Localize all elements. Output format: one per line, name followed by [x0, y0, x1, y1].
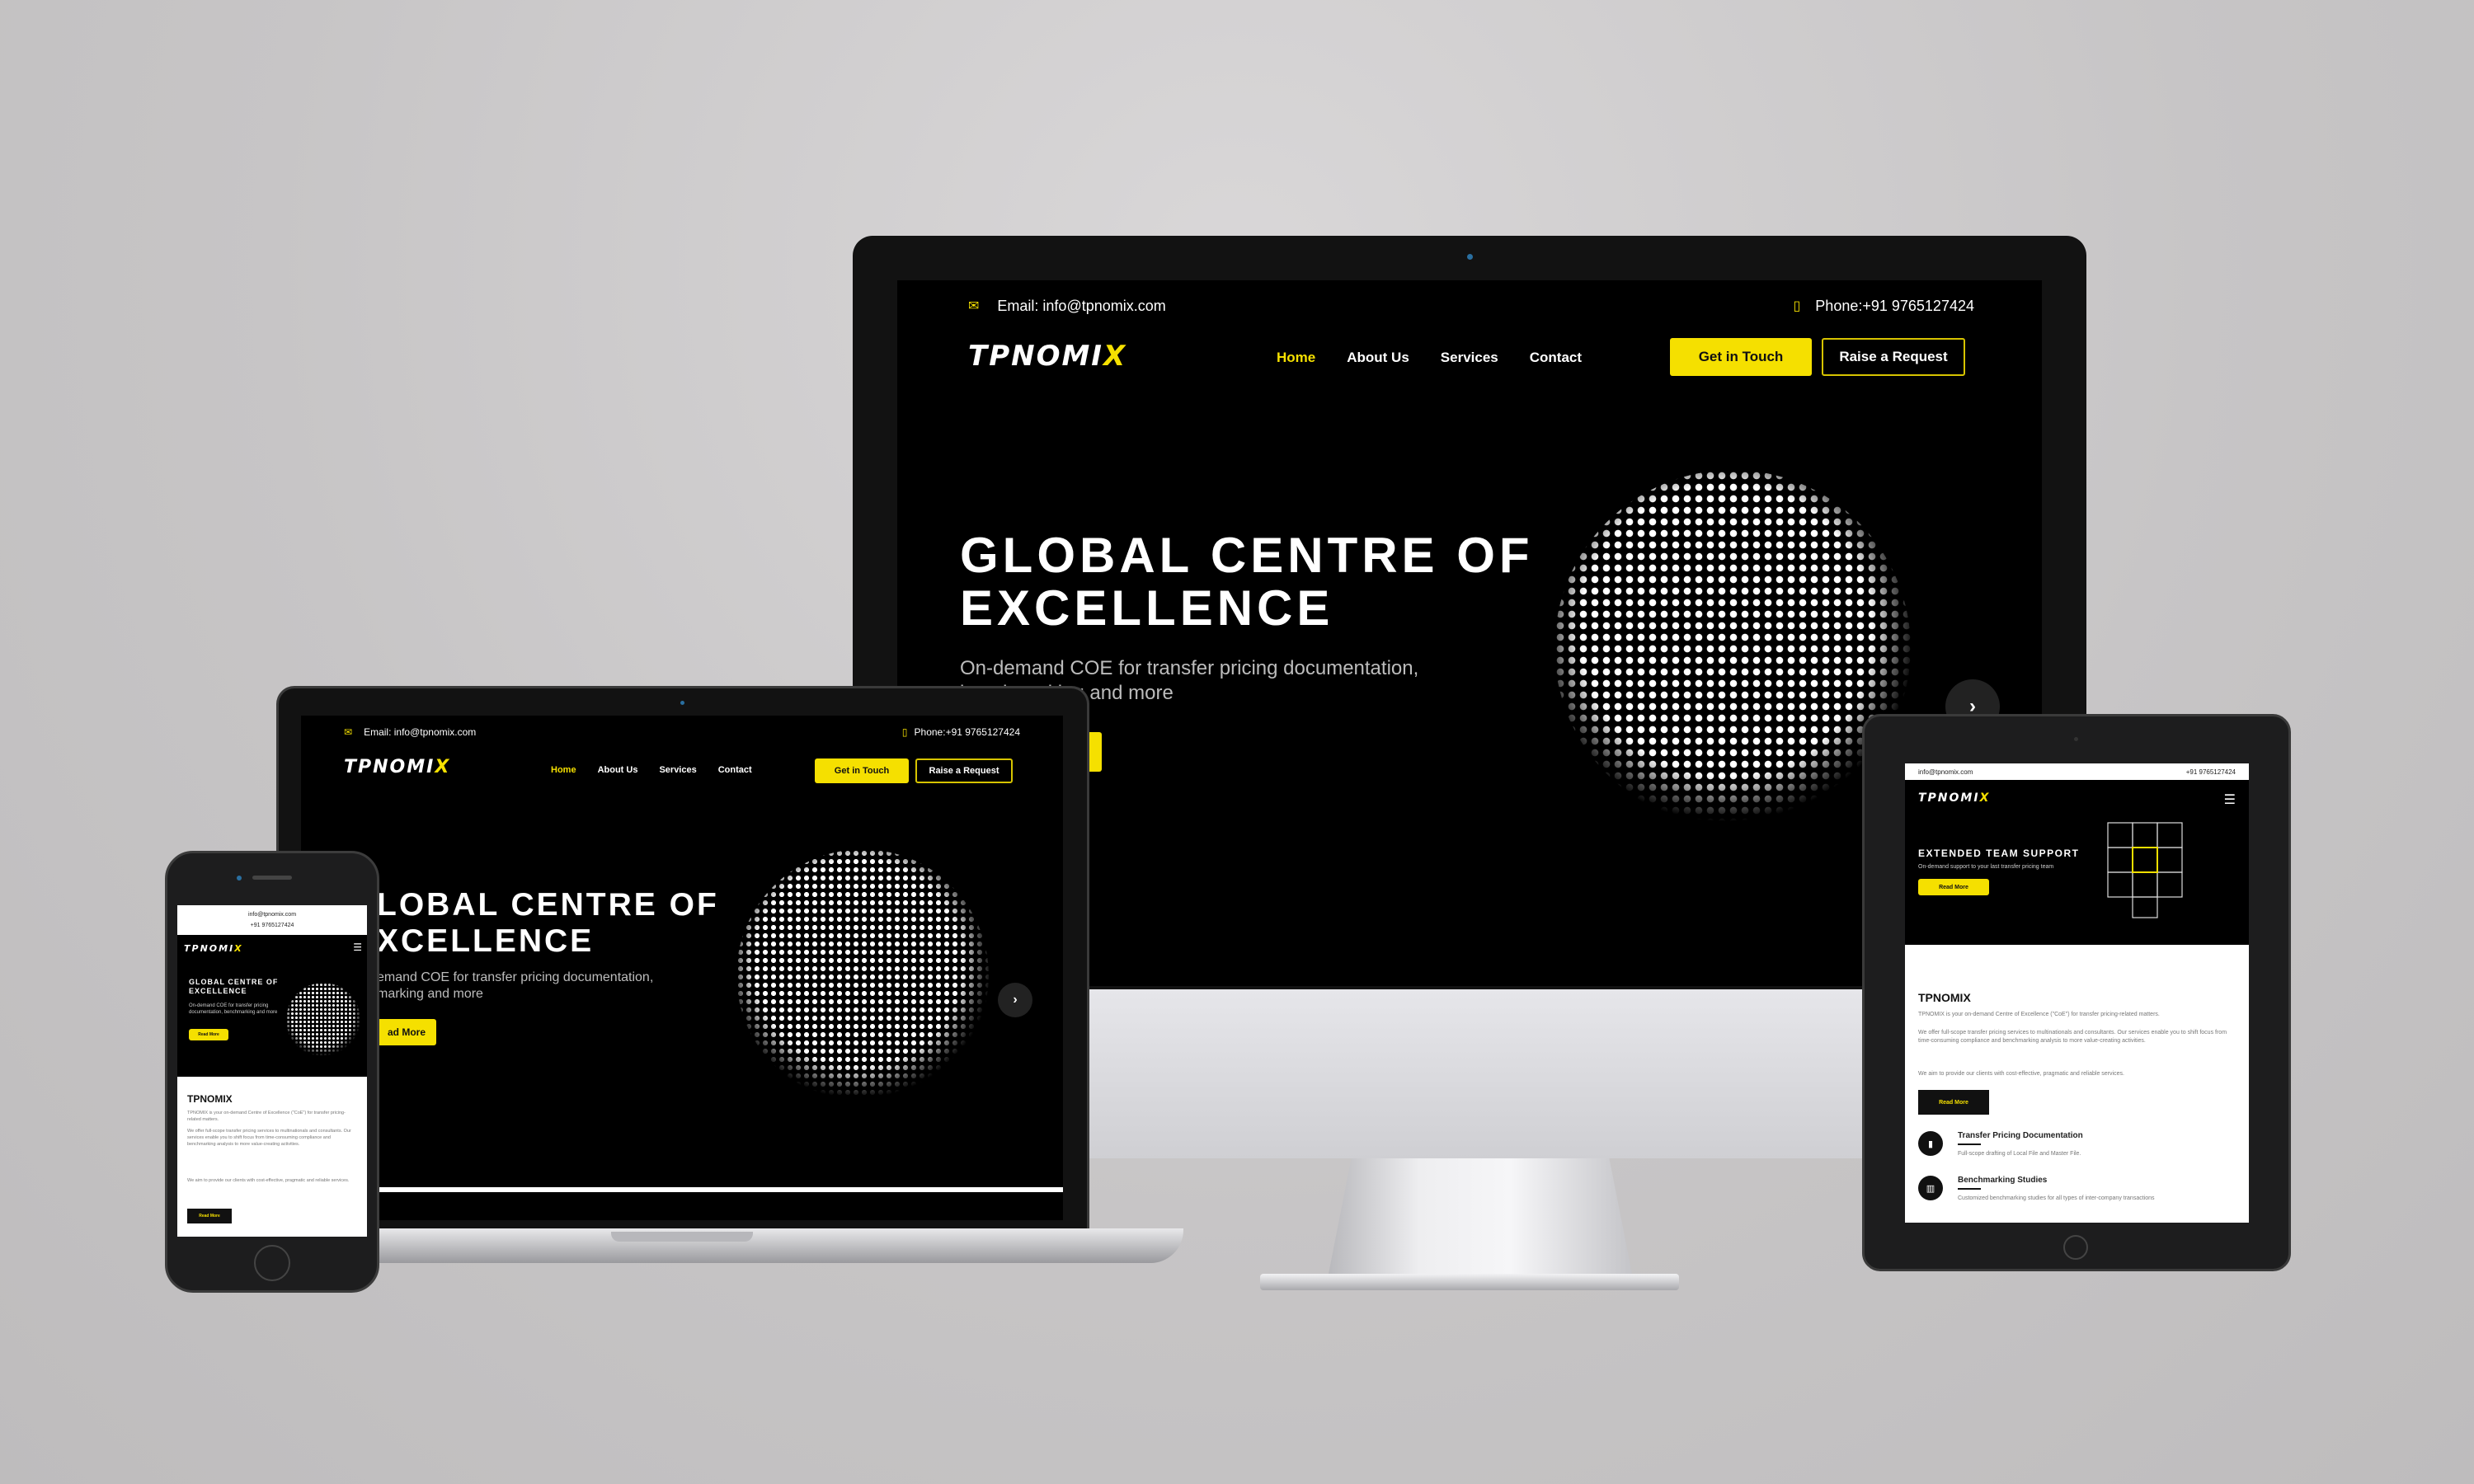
tablet-about-p3: We aim to provide our clients with cost-…	[1918, 1071, 2124, 1077]
hero-bottom-strip	[301, 1187, 1063, 1192]
logo[interactable]: TPNOMIX	[968, 340, 1126, 373]
monitor-camera	[1467, 254, 1473, 260]
topbar-email[interactable]: ✉ Email: info@tpnomix.com	[968, 298, 1166, 315]
service-item[interactable]: ▥ Benchmarking Studies Customized benchm…	[1918, 1176, 2236, 1209]
envelope-icon: ✉	[344, 726, 353, 738]
monitor-stand-base	[1260, 1274, 1679, 1290]
hero-read-more-button[interactable]: ad More	[377, 1019, 436, 1045]
hero-subtitle: emand COE for transfer pricing documenta…	[377, 970, 654, 1001]
hamburger-menu-icon[interactable]: ☰	[2224, 791, 2236, 808]
service-title: Benchmarking Studies	[1958, 1176, 2048, 1185]
get-in-touch-button[interactable]: Get in Touch	[1670, 338, 1812, 376]
tablet-about-read-more-button[interactable]: Read More	[1918, 1090, 1989, 1115]
globe-graphic	[1554, 470, 1911, 826]
get-in-touch-button[interactable]: Get in Touch	[815, 758, 909, 783]
topbar-email[interactable]: ✉ Email: info@tpnomix.com	[344, 726, 476, 738]
logo[interactable]: TPNOMIX	[1918, 791, 1990, 805]
phone-about-p3: We aim to provide our clients with cost-…	[187, 1178, 350, 1183]
topbar-phone[interactable]: ▯ Phone:+91 9765127424	[1793, 298, 1974, 315]
tablet-about-heading: TPNOMIX	[1918, 991, 1971, 1004]
service-item[interactable]: ▮ Transfer Pricing Documentation Full-sc…	[1918, 1131, 2236, 1164]
nav-contact[interactable]: Contact	[718, 765, 752, 775]
nav-contact[interactable]: Contact	[1530, 350, 1582, 366]
service-desc: Customized benchmarking studies for all …	[1958, 1195, 2155, 1201]
globe-graphic	[736, 849, 989, 1101]
phone-screen: info@tpnomix.com +91 9765127424 TPNOMIX …	[177, 905, 367, 1237]
monitor-stand-neck	[1328, 1154, 1633, 1278]
chevron-right-icon[interactable]: ›	[998, 983, 1032, 1017]
tablet-hero: TPNOMIX ☰ EXTENDED TEAM SUPPORT On-deman…	[1905, 780, 2249, 945]
logo[interactable]: TPNOMIX	[344, 757, 450, 777]
raise-request-button[interactable]: Raise a Request	[915, 758, 1013, 783]
tablet-home-button[interactable]	[2063, 1235, 2088, 1260]
topbar-phone[interactable]: ▯ Phone:+91 9765127424	[902, 726, 1020, 738]
main-nav: Home About Us Services Contact	[551, 765, 752, 775]
laptop-screen: ✉ Email: info@tpnomix.com ▯ Phone:+91 9765…	[301, 716, 1063, 1220]
topbar: ✉ Email: info@tpnomix.com ▯ Phone:+91 9765…	[968, 290, 1974, 322]
tablet-about-p2: We offer full-scope transfer pricing ser…	[1918, 1030, 2227, 1044]
tablet-read-more-button[interactable]: Read More	[1918, 879, 1989, 895]
phone-camera	[237, 876, 242, 881]
laptop-camera	[680, 701, 684, 705]
tablet-screen: info@tpnomix.com +91 9765127424 TPNOMIX …	[1905, 763, 2249, 1223]
phone-hero-subtitle: On-demand COE for transfer pricing docum…	[189, 1003, 278, 1015]
nav-about[interactable]: About Us	[1347, 350, 1409, 366]
tablet-camera	[2074, 737, 2078, 741]
phone-topbar: info@tpnomix.com +91 9765127424	[177, 905, 367, 935]
nav-about[interactable]: About Us	[598, 765, 638, 775]
phone-read-more-button[interactable]: Read More	[189, 1029, 228, 1040]
hero-title: LOBAL CENTRE OF XCELLENCE	[377, 887, 719, 959]
puzzle-graphic	[2107, 822, 2183, 918]
envelope-icon: ✉	[968, 299, 980, 313]
hero-title: GLOBAL CENTRE OF EXCELLENCE	[960, 528, 1534, 636]
hamburger-menu-icon[interactable]: ☰	[353, 942, 362, 953]
main-nav: Home About Us Services Contact	[1277, 350, 1582, 366]
nav-home[interactable]: Home	[1277, 350, 1315, 366]
phone-about-read-more-button[interactable]: Read More	[187, 1209, 232, 1223]
mobile-phone-icon: ▯	[1793, 299, 1801, 313]
phone-speaker	[252, 876, 292, 880]
logo[interactable]: TPNOMIX	[184, 943, 243, 954]
tablet-topbar: info@tpnomix.com +91 9765127424	[1905, 763, 2249, 780]
nav-services[interactable]: Services	[659, 765, 696, 775]
service-divider	[1958, 1188, 1981, 1190]
phone-about-heading: TPNOMIX	[187, 1093, 233, 1105]
document-icon: ▮	[1918, 1131, 1943, 1156]
phone-home-button[interactable]	[254, 1245, 290, 1281]
chart-icon: ▥	[1918, 1176, 1943, 1200]
nav-home[interactable]: Home	[551, 765, 576, 775]
globe-graphic	[286, 983, 360, 1057]
service-title: Transfer Pricing Documentation	[1958, 1131, 2083, 1140]
tablet-hero-subtitle: On-demand support to your last transfer …	[1918, 864, 2054, 870]
phone-hero-title: GLOBAL CENTRE OF EXCELLENCE	[189, 978, 279, 995]
phone-about-p2: We offer full-scope transfer pricing ser…	[187, 1129, 351, 1147]
tablet-hero-title: EXTENDED TEAM SUPPORT	[1918, 848, 2080, 859]
mobile-phone-icon: ▯	[901, 726, 908, 738]
laptop-notch	[611, 1232, 753, 1242]
tablet-about-p1: TPNOMIX is your on-demand Centre of Exce…	[1918, 1012, 2160, 1017]
service-divider	[1958, 1144, 1981, 1145]
phone-hero: TPNOMIX ☰ GLOBAL CENTRE OF EXCELLENCE On…	[177, 935, 367, 1077]
raise-request-button[interactable]: Raise a Request	[1822, 338, 1965, 376]
nav-services[interactable]: Services	[1441, 350, 1498, 366]
phone-about-p1: TPNOMIX is your on-demand Centre of Exce…	[187, 1111, 346, 1122]
service-desc: Full-scope drafting of Local File and Ma…	[1958, 1151, 2081, 1157]
laptop-topbar: ✉ Email: info@tpnomix.com ▯ Phone:+91 9765…	[344, 724, 1020, 740]
